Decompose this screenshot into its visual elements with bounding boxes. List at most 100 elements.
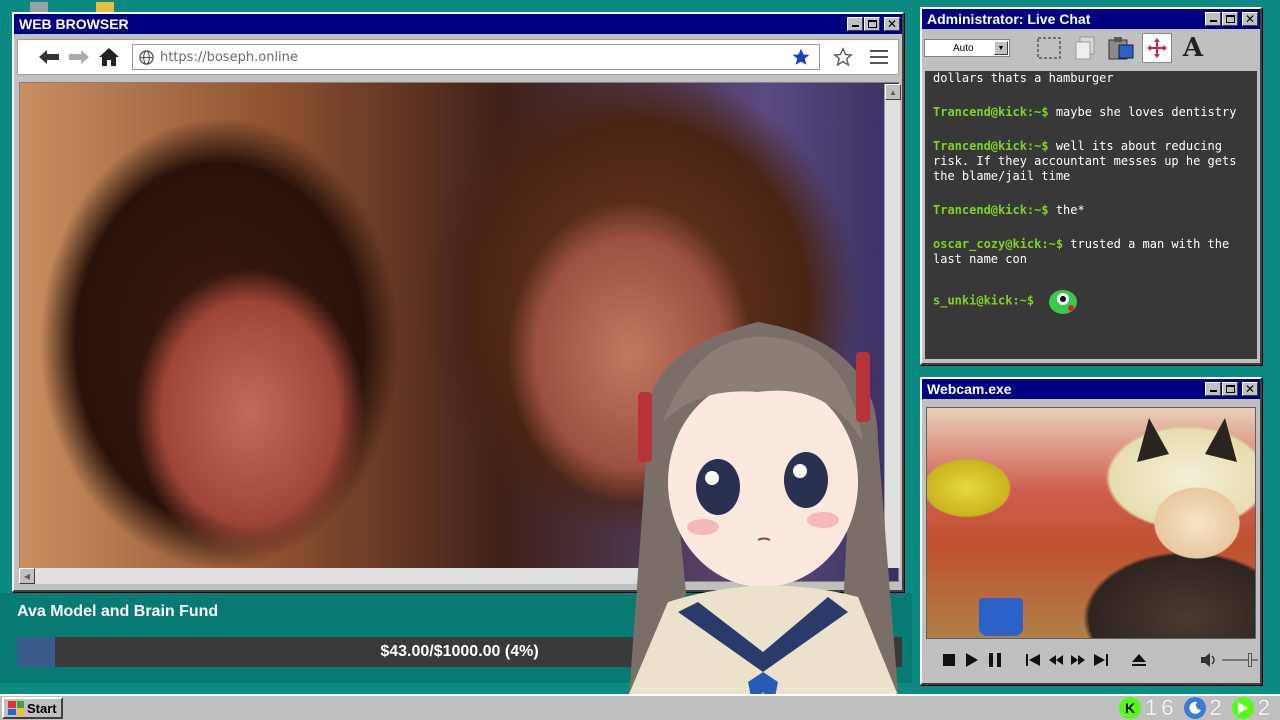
webcam-titlebar[interactable]: Webcam.exe ✕ <box>922 379 1260 399</box>
volume-slider[interactable] <box>1222 653 1259 667</box>
bookmark-button[interactable] <box>830 44 856 70</box>
minimize-button[interactable] <box>1205 382 1221 396</box>
fundraiser-widget: Ava Model and Brain Fund $43.00/$1000.00… <box>0 593 912 683</box>
fundraiser-progress-bar: $43.00/$1000.00 (4%) <box>17 637 902 667</box>
move-arrows-icon <box>1147 38 1167 58</box>
minimize-button[interactable] <box>847 17 863 31</box>
volume-slider-handle[interactable] <box>1248 653 1253 667</box>
selfie-photo <box>20 83 898 581</box>
pause-button[interactable] <box>985 650 1004 670</box>
folder-icon[interactable] <box>96 2 114 12</box>
close-button[interactable]: ✕ <box>884 17 900 31</box>
cat-ears-icon <box>1137 418 1237 462</box>
clipboard-icon <box>1108 37 1134 60</box>
minimize-icon <box>1209 390 1217 392</box>
rewind-icon <box>1048 655 1063 665</box>
paste-tool-button[interactable] <box>1106 33 1136 63</box>
copy-tool-button[interactable] <box>1070 33 1100 63</box>
taskbar: Start K 1 6 2 2 <box>0 694 1280 720</box>
chat-message: Trancend@kick:~$ the* <box>933 203 1249 218</box>
browser-toolbar: https://boseph.online <box>17 39 899 75</box>
fast-forward-button[interactable] <box>1069 650 1088 670</box>
vertical-scrollbar[interactable]: ▲ <box>884 84 901 568</box>
font-size-select[interactable]: Auto ▼ <box>924 39 1010 57</box>
browser-titlebar[interactable]: WEB BROWSER ✕ <box>14 14 902 34</box>
start-button[interactable]: Start <box>2 697 63 719</box>
skip-back-icon <box>1025 654 1040 666</box>
next-button[interactable] <box>1092 650 1111 670</box>
scroll-up-button[interactable]: ▲ <box>885 84 901 100</box>
page-content[interactable] <box>19 82 899 582</box>
moon-icon[interactable] <box>1183 697 1206 719</box>
horizontal-scrollbar[interactable]: ◀ <box>19 568 639 584</box>
hamburger-icon <box>870 50 888 64</box>
maximize-button[interactable] <box>1222 382 1238 396</box>
forward-button[interactable] <box>66 44 92 70</box>
chat-message: oscar_cozy@kick:~$ trusted a man with th… <box>933 237 1249 267</box>
windows-logo-icon <box>8 701 24 715</box>
chat-username: Trancend@kick:~$ <box>933 105 1049 119</box>
start-label: Start <box>27 700 57 716</box>
back-button[interactable] <box>36 44 62 70</box>
moon-count: 2 <box>1209 695 1222 720</box>
star-filled-icon[interactable] <box>791 47 811 67</box>
webcam-feed <box>926 407 1256 639</box>
fast-forward-icon <box>1071 655 1086 665</box>
volume-button[interactable] <box>1199 650 1218 670</box>
arrow-right-icon <box>69 50 89 64</box>
chat-username: s_unki@kick:~$ <box>933 293 1035 308</box>
webcam-title: Webcam.exe <box>927 381 1012 397</box>
chat-username: Trancend@kick:~$ <box>933 139 1049 153</box>
chat-username: oscar_cozy@kick:~$ <box>933 237 1064 251</box>
eject-icon <box>1132 654 1146 666</box>
chat-message: s_unki@kick:~$ <box>933 286 1249 316</box>
chat-message: Trancend@kick:~$ well its about reducing… <box>933 139 1249 184</box>
close-icon: ✕ <box>1244 12 1256 26</box>
select-tool-button[interactable] <box>1034 33 1064 63</box>
move-tool-button[interactable] <box>1142 33 1172 63</box>
chat-text: maybe she loves dentistry <box>1055 105 1237 119</box>
stop-icon <box>943 654 956 666</box>
kick-viewer-count: 1 <box>1145 695 1158 720</box>
chat-log[interactable]: dollars thats a hamburger Trancend@kick:… <box>925 71 1257 359</box>
close-button[interactable]: ✕ <box>1242 12 1258 26</box>
star-outline-icon <box>833 47 853 67</box>
maximize-icon <box>1225 385 1235 393</box>
fundraiser-title: Ava Model and Brain Fund <box>17 603 219 620</box>
previous-button[interactable] <box>1023 650 1042 670</box>
kick-icon[interactable]: K <box>1119 697 1141 719</box>
play-button[interactable] <box>963 650 982 670</box>
marquee-select-icon <box>1037 37 1061 59</box>
home-icon <box>99 48 119 66</box>
minimize-button[interactable] <box>1205 12 1221 26</box>
eject-button[interactable] <box>1130 650 1149 670</box>
chat-toolbar: Auto ▼ A <box>922 29 1260 67</box>
maximize-icon <box>1225 15 1235 23</box>
close-icon: ✕ <box>886 17 898 31</box>
chat-text: dollars thats a hamburger <box>933 71 1114 85</box>
address-bar[interactable]: https://boseph.online <box>132 44 820 70</box>
maximize-button[interactable] <box>864 17 880 31</box>
menu-button[interactable] <box>866 44 892 70</box>
speaker-icon <box>1200 653 1215 667</box>
chat-titlebar[interactable]: Administrator: Live Chat ✕ <box>922 9 1260 29</box>
rewind-button[interactable] <box>1046 650 1065 670</box>
tray-count: 6 <box>1161 695 1174 720</box>
fundraiser-progress-text: $43.00/$1000.00 (4%) <box>380 643 539 660</box>
stop-button[interactable] <box>940 650 959 670</box>
desktop-icon[interactable] <box>30 2 48 12</box>
pause-icon <box>988 653 1001 667</box>
globe-icon <box>139 49 154 65</box>
font-size-value: Auto <box>953 42 974 54</box>
url-text: https://boseph.online <box>160 49 298 65</box>
close-button[interactable]: ✕ <box>1242 382 1258 396</box>
chat-message: dollars thats a hamburger <box>933 71 1249 86</box>
play-icon[interactable] <box>1231 697 1254 719</box>
scroll-left-button[interactable]: ◀ <box>19 568 35 584</box>
chat-title: Administrator: Live Chat <box>927 11 1091 27</box>
maximize-button[interactable] <box>1222 12 1238 26</box>
home-button[interactable] <box>96 44 122 70</box>
green-blob-emote-icon <box>1049 290 1078 314</box>
font-tool-button[interactable]: A <box>1178 33 1208 63</box>
chat-window: Administrator: Live Chat ✕ Auto ▼ A doll… <box>920 7 1262 365</box>
